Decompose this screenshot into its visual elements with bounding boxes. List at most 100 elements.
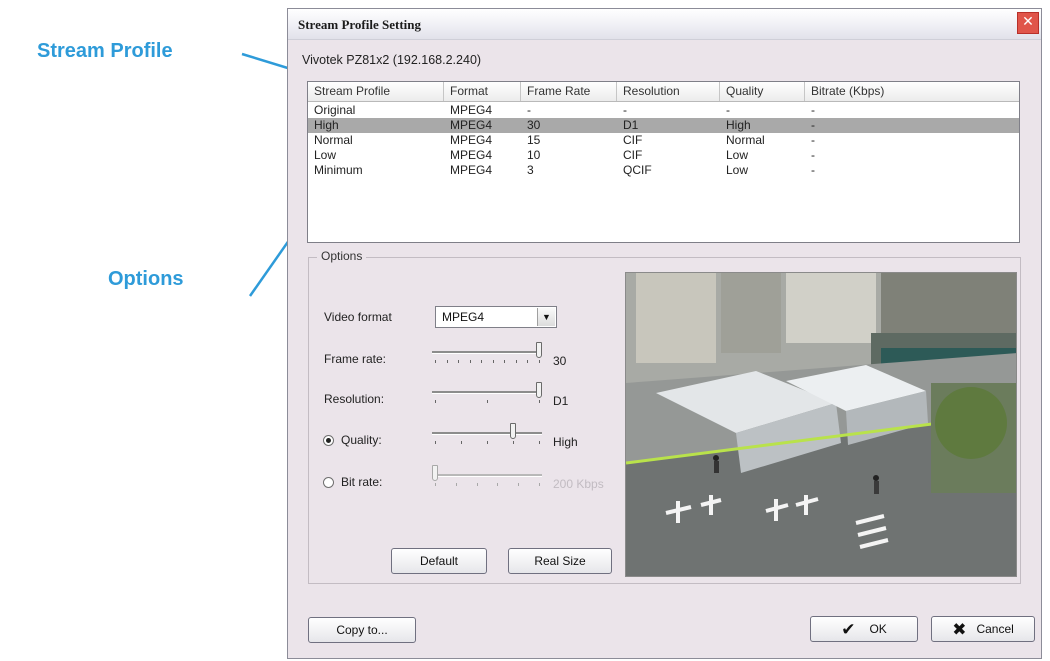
cell-stream-profile: Original bbox=[314, 103, 356, 117]
slider-tick bbox=[476, 483, 478, 486]
stream-profile-dialog: Stream Profile Setting ✕ Vivotek PZ81x2 … bbox=[287, 8, 1042, 659]
slider-tick bbox=[518, 483, 520, 486]
table-row[interactable]: Original MPEG4 - - - - bbox=[308, 103, 1019, 118]
table-row[interactable]: Minimum MPEG4 3 QCIF Low - bbox=[308, 163, 1019, 178]
bit-rate-radio[interactable] bbox=[323, 477, 334, 488]
slider-tick bbox=[492, 360, 494, 363]
slider-tick bbox=[539, 400, 540, 403]
checkmark-icon: ✔ bbox=[841, 619, 856, 640]
slider-tick bbox=[446, 360, 448, 363]
title-bar: Stream Profile Setting ✕ bbox=[288, 9, 1041, 40]
table-row[interactable]: High MPEG4 30 D1 High - bbox=[308, 118, 1019, 133]
cell-resolution: QCIF bbox=[623, 163, 652, 177]
copy-to-button[interactable]: Copy to... bbox=[308, 617, 416, 643]
cell-stream-profile: Minimum bbox=[314, 163, 363, 177]
slider-tick bbox=[469, 360, 471, 363]
cell-format: MPEG4 bbox=[450, 118, 493, 132]
ok-button[interactable]: ✔ OK bbox=[810, 616, 918, 642]
cell-stream-profile: Normal bbox=[314, 133, 353, 147]
cell-frame-rate: - bbox=[527, 103, 531, 117]
camera-preview-image bbox=[626, 273, 1016, 576]
column-header-quality[interactable]: Quality bbox=[720, 82, 805, 101]
cancel-button[interactable]: ✖ Cancel bbox=[931, 616, 1035, 642]
slider-tick bbox=[504, 360, 506, 363]
resolution-slider[interactable] bbox=[432, 382, 542, 406]
slider-tick bbox=[487, 441, 488, 444]
list-header: Stream Profile Format Frame Rate Resolut… bbox=[308, 82, 1019, 102]
slider-tick bbox=[481, 360, 483, 363]
options-group: Options Video format MPEG4 ▼ Frame rate:… bbox=[308, 249, 1021, 584]
dropdown-arrow-icon[interactable]: ▼ bbox=[537, 308, 555, 326]
cell-resolution: D1 bbox=[623, 118, 639, 132]
resolution-label: Resolution: bbox=[324, 392, 385, 406]
cell-frame-rate: 15 bbox=[527, 133, 541, 147]
x-mark-icon: ✖ bbox=[952, 619, 967, 640]
quality-slider-thumb[interactable] bbox=[510, 423, 516, 439]
slider-tick bbox=[487, 400, 488, 403]
column-header-format[interactable]: Format bbox=[444, 82, 521, 101]
quality-value: High bbox=[553, 435, 578, 449]
bit-rate-slider bbox=[432, 465, 542, 489]
quality-slider[interactable] bbox=[432, 423, 542, 447]
frame-rate-slider-thumb[interactable] bbox=[536, 342, 542, 358]
cell-bitrate: - bbox=[811, 163, 815, 177]
table-row[interactable]: Normal MPEG4 15 CIF Normal - bbox=[308, 133, 1019, 148]
device-label: Vivotek PZ81x2 (192.168.2.240) bbox=[302, 53, 482, 67]
cell-stream-profile: Low bbox=[314, 148, 337, 162]
frame-rate-value: 30 bbox=[553, 354, 567, 368]
cell-quality: Normal bbox=[726, 133, 765, 147]
close-icon: ✕ bbox=[1022, 14, 1034, 30]
frame-rate-label: Frame rate: bbox=[324, 352, 387, 366]
cell-quality: - bbox=[726, 103, 730, 117]
stream-profile-list[interactable]: Stream Profile Format Frame Rate Resolut… bbox=[307, 81, 1020, 243]
cell-quality: High bbox=[726, 118, 751, 132]
cell-bitrate: - bbox=[811, 118, 815, 132]
bit-rate-value: 200 Kbps bbox=[553, 477, 604, 491]
slider-tick bbox=[455, 483, 457, 486]
slider-tick bbox=[527, 360, 529, 363]
bit-rate-label: Bit rate: bbox=[341, 475, 383, 489]
close-button[interactable]: ✕ bbox=[1017, 12, 1039, 34]
column-header-frame-rate[interactable]: Frame Rate bbox=[521, 82, 617, 101]
cell-resolution: CIF bbox=[623, 133, 643, 147]
slider-tick bbox=[458, 360, 460, 363]
cell-stream-profile: High bbox=[314, 118, 339, 132]
column-header-bitrate[interactable]: Bitrate (Kbps) bbox=[805, 82, 1019, 101]
slider-tick bbox=[435, 360, 436, 363]
cell-bitrate: - bbox=[811, 133, 815, 147]
cell-format: MPEG4 bbox=[450, 103, 493, 117]
cell-frame-rate: 3 bbox=[527, 163, 534, 177]
slider-tick bbox=[515, 360, 517, 363]
cell-frame-rate: 10 bbox=[527, 148, 541, 162]
options-group-title: Options bbox=[317, 249, 367, 263]
dialog-title: Stream Profile Setting bbox=[298, 17, 421, 32]
slider-tick bbox=[461, 441, 462, 444]
cell-resolution: - bbox=[623, 103, 627, 117]
slider-tick bbox=[539, 360, 540, 363]
cell-quality: Low bbox=[726, 163, 749, 177]
cancel-button-label: Cancel bbox=[976, 622, 1014, 636]
column-header-stream-profile[interactable]: Stream Profile bbox=[308, 82, 444, 101]
video-format-label: Video format bbox=[324, 310, 392, 324]
slider-tick bbox=[435, 483, 436, 486]
cell-format: MPEG4 bbox=[450, 148, 493, 162]
default-button[interactable]: Default bbox=[391, 548, 487, 574]
slider-tick bbox=[497, 483, 499, 486]
resolution-value: D1 bbox=[553, 394, 569, 408]
table-row[interactable]: Low MPEG4 10 CIF Low - bbox=[308, 148, 1019, 163]
slider-tick bbox=[539, 483, 540, 486]
column-header-resolution[interactable]: Resolution bbox=[617, 82, 720, 101]
real-size-button[interactable]: Real Size bbox=[508, 548, 612, 574]
resolution-slider-thumb[interactable] bbox=[536, 382, 542, 398]
cell-resolution: CIF bbox=[623, 148, 643, 162]
quality-label: Quality: bbox=[341, 433, 382, 447]
frame-rate-slider[interactable] bbox=[432, 342, 542, 366]
ok-button-label: OK bbox=[869, 622, 887, 636]
radio-selected-dot bbox=[326, 438, 331, 443]
video-preview bbox=[625, 272, 1017, 577]
quality-radio[interactable] bbox=[323, 435, 334, 446]
slider-tick bbox=[435, 400, 436, 403]
cell-frame-rate: 30 bbox=[527, 118, 541, 132]
cell-bitrate: - bbox=[811, 148, 815, 162]
video-format-select[interactable]: MPEG4 ▼ bbox=[435, 306, 557, 328]
